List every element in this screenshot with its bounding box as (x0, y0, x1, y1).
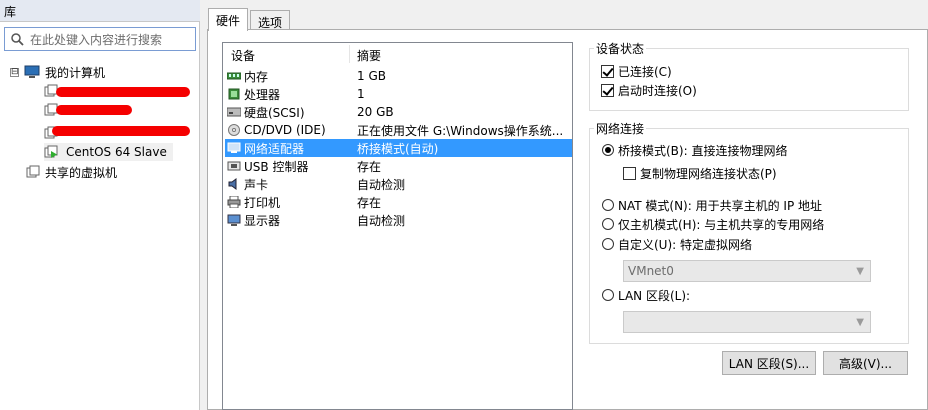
custom-network-select[interactable]: VMnet0 ▼ (623, 260, 871, 282)
tab-hardware[interactable]: 硬件 (208, 8, 249, 31)
tree-item-label: CentOS 64 Slave (66, 145, 167, 159)
replicate-state-checkbox[interactable]: 复制物理网络连接状态(P) (623, 164, 777, 182)
library-title: 库 (0, 0, 200, 22)
redaction-mark (56, 105, 132, 115)
device-summary: 自动检测 (357, 213, 406, 228)
device-row-usb[interactable]: USB 控制器 存在 (227, 157, 571, 175)
device-row-processor[interactable]: 处理器 1 (227, 85, 571, 103)
device-name: CD/DVD (IDE) (244, 123, 326, 137)
device-row-cd-dvd[interactable]: CD/DVD (IDE) 正在使用文件 G:\Windows操作系统... (227, 121, 571, 139)
tree-root-my-computer[interactable]: ⊟ 我的计算机 (10, 63, 105, 81)
custom-radio[interactable]: 自定义(U): 特定虚拟网络 (602, 235, 752, 253)
sound-card-icon (228, 178, 237, 190)
device-status-title: 设备状态 (594, 40, 647, 57)
cd-dvd-icon (228, 124, 240, 136)
bridged-radio[interactable]: 桥接模式(B): 直接连接物理网络 (602, 141, 787, 159)
radio-unselected[interactable] (602, 238, 614, 250)
column-divider[interactable] (349, 45, 350, 63)
connected-label: 已连接(C) (618, 64, 672, 79)
vm-running-icon (44, 145, 58, 158)
redaction-mark (52, 126, 190, 136)
device-row-sound-card[interactable]: 声卡 自动检测 (227, 175, 571, 193)
device-summary: 20 GB (357, 105, 394, 119)
checkbox-checked[interactable] (601, 83, 614, 97)
shared-vm-icon (26, 165, 40, 178)
tree-item-centos-slave[interactable]: CentOS 64 Slave (44, 143, 173, 161)
redaction-mark (56, 87, 190, 97)
lan-segment-label: LAN 区段(L): (618, 288, 691, 303)
device-name: 网络适配器 (244, 141, 305, 156)
display-icon (227, 214, 241, 226)
radio-unselected[interactable] (602, 199, 614, 211)
tab-options[interactable]: 选项 (250, 10, 291, 30)
device-name: 显示器 (244, 213, 281, 228)
tree-root-label: 我的计算机 (45, 65, 106, 80)
device-summary: 自动检测 (357, 177, 406, 192)
search-placeholder: 在此处键入内容进行搜索 (30, 32, 163, 47)
nat-label: NAT 模式(N): 用于共享主机的 IP 地址 (618, 198, 823, 213)
host-only-label: 仅主机模式(H): 与主机共享的专用网络 (618, 217, 825, 232)
device-name: 打印机 (244, 195, 281, 210)
device-name: USB 控制器 (244, 159, 309, 174)
radio-selected[interactable] (602, 144, 614, 156)
bridged-label: 桥接模式(B): 直接连接物理网络 (618, 143, 788, 158)
lan-segment-select[interactable]: ▼ (623, 311, 871, 333)
device-row-harddisk[interactable]: 硬盘(SCSI) 20 GB (227, 103, 571, 121)
processor-icon (228, 88, 240, 100)
device-list[interactable]: 设备 摘要 内存 1 GB 处理器 1 硬盘(SCSI) 20 GB CD/DV… (222, 42, 573, 410)
printer-icon (227, 196, 241, 208)
memory-icon (227, 72, 241, 80)
tree-item-shared-vms[interactable]: 共享的虚拟机 (26, 163, 117, 181)
library-pane: 库 在此处键入内容进行搜索 ⊟ 我的计算机 CentOS 64 Slave 共享… (0, 0, 200, 410)
device-name: 硬盘(SCSI) (244, 105, 305, 120)
device-summary: 1 (357, 87, 365, 101)
device-summary: 正在使用文件 G:\Windows操作系统... (357, 123, 564, 138)
device-row-network-adapter[interactable]: 网络适配器 桥接模式(自动) (225, 139, 572, 157)
device-name: 声卡 (244, 177, 269, 192)
device-row-display[interactable]: 显示器 自动检测 (227, 211, 571, 229)
usb-icon (227, 161, 241, 171)
device-name: 内存 (244, 69, 269, 84)
collapse-toggle[interactable]: ⊟ (10, 67, 19, 77)
column-header-device[interactable]: 设备 (231, 47, 255, 64)
search-icon (11, 32, 24, 46)
chevron-down-icon: ▼ (856, 266, 864, 277)
tree-item-label: 共享的虚拟机 (45, 165, 118, 180)
device-summary: 存在 (357, 159, 382, 174)
search-input[interactable]: 在此处键入内容进行搜索 (4, 27, 196, 51)
lan-segments-button[interactable]: LAN 区段(S)... (722, 351, 816, 375)
nat-radio[interactable]: NAT 模式(N): 用于共享主机的 IP 地址 (602, 196, 822, 214)
custom-network-value: VMnet0 (628, 264, 674, 278)
radio-unselected[interactable] (602, 289, 614, 301)
device-summary: 1 GB (357, 69, 386, 83)
network-adapter-icon (227, 142, 241, 153)
checkbox-unchecked[interactable] (623, 166, 636, 180)
connected-checkbox[interactable]: 已连接(C) (601, 62, 672, 80)
computer-icon (24, 65, 40, 78)
checkbox-checked[interactable] (601, 64, 614, 78)
device-row-memory[interactable]: 内存 1 GB (227, 67, 571, 85)
device-summary: 存在 (357, 195, 382, 210)
column-header-summary[interactable]: 摘要 (357, 47, 381, 64)
device-summary: 桥接模式(自动) (357, 141, 439, 156)
harddisk-icon (227, 107, 241, 117)
connect-at-power-on-label: 启动时连接(O) (618, 83, 697, 98)
lan-segment-radio[interactable]: LAN 区段(L): (602, 286, 690, 304)
radio-unselected[interactable] (602, 218, 614, 230)
chevron-down-icon: ▼ (856, 317, 864, 328)
device-name: 处理器 (244, 87, 281, 102)
network-connection-title: 网络连接 (594, 120, 647, 137)
replicate-state-label: 复制物理网络连接状态(P) (640, 166, 777, 181)
connect-at-power-on-checkbox[interactable]: 启动时连接(O) (601, 81, 697, 99)
device-row-printer[interactable]: 打印机 存在 (227, 193, 571, 211)
host-only-radio[interactable]: 仅主机模式(H): 与主机共享的专用网络 (602, 215, 824, 233)
custom-label: 自定义(U): 特定虚拟网络 (618, 237, 753, 252)
advanced-button[interactable]: 高级(V)... (823, 351, 908, 375)
